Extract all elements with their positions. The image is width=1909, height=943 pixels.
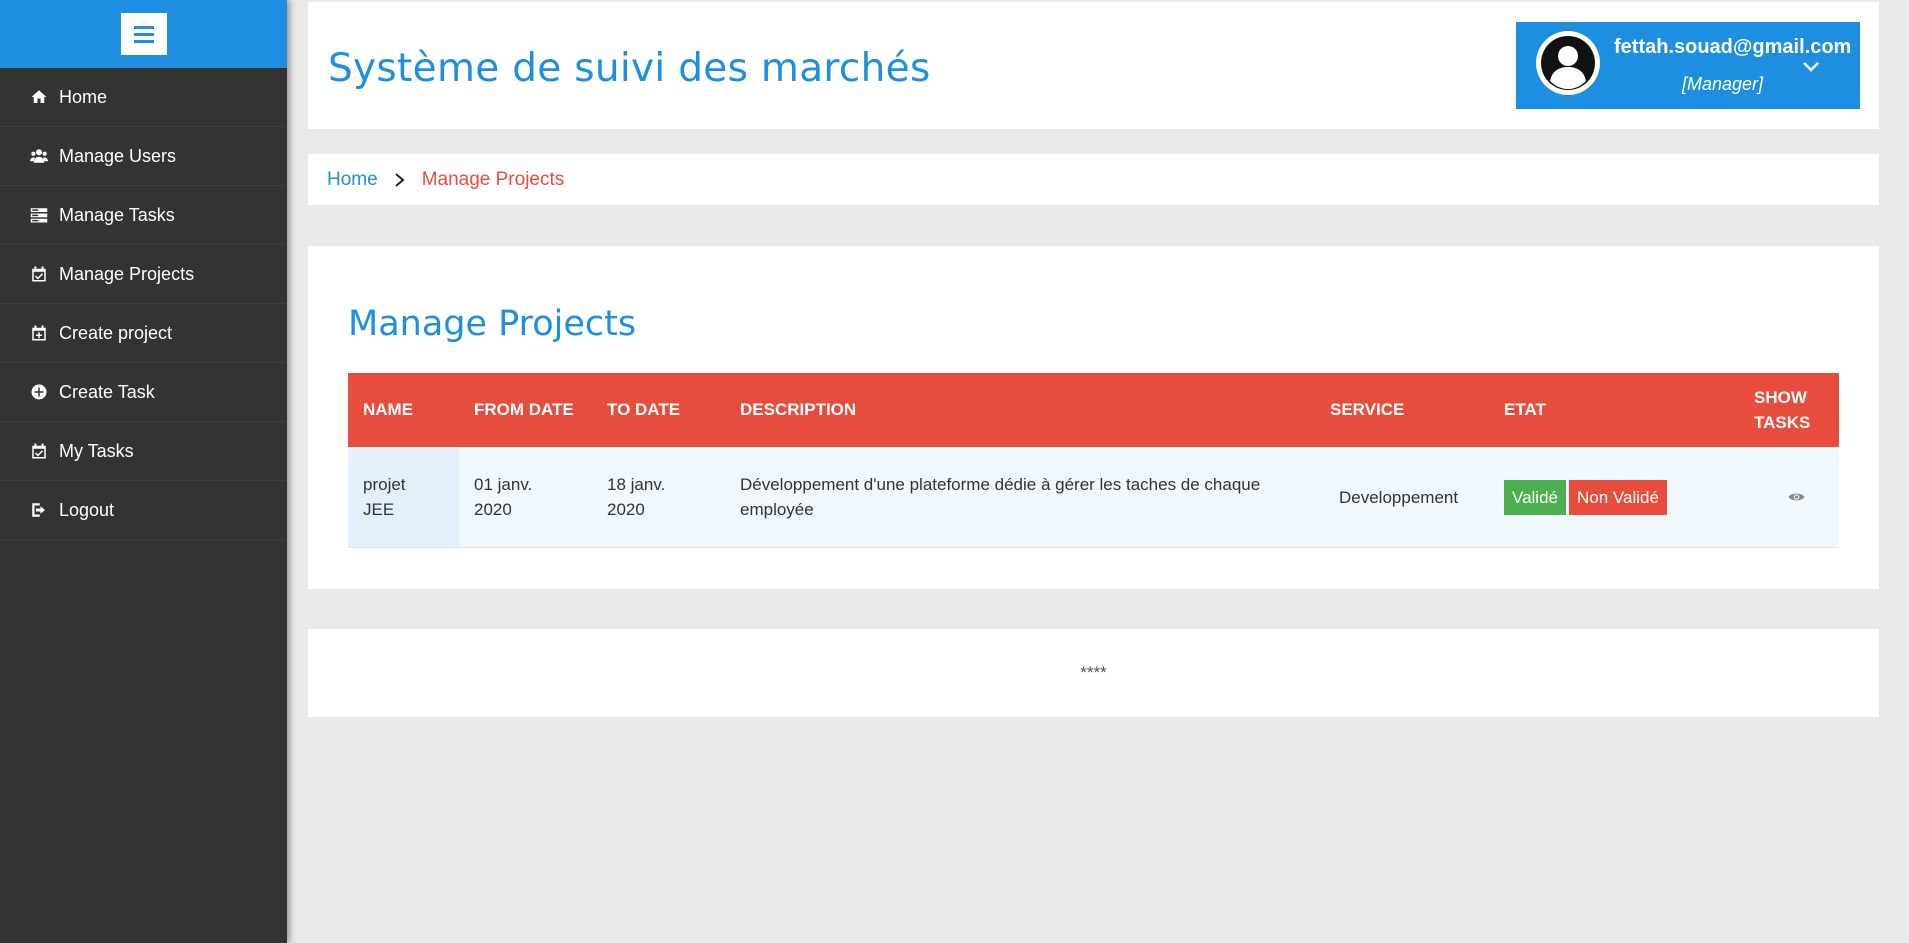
sidebar-item-manage-tasks[interactable]: Manage Tasks	[0, 186, 287, 245]
sidebar-item-label: My Tasks	[59, 440, 134, 461]
to-date: 18 janv. 2020	[607, 475, 666, 519]
column-header-description: DESCRIPTION	[740, 400, 857, 419]
project-description: Développement d'une plateforme dédie à g…	[740, 475, 1261, 519]
table-header: NAME FROM DATE TO DATE DESCRIPTION SERVI…	[348, 373, 1839, 447]
logout-icon	[29, 500, 49, 520]
sidebar-item-label: Home	[59, 86, 108, 107]
projects-table: NAME FROM DATE TO DATE DESCRIPTION SERVI…	[348, 373, 1839, 548]
column-header-show-tasks: SHOW TASKS	[1754, 388, 1811, 432]
sidebar-item-label: Manage Tasks	[59, 204, 175, 225]
user-role: [Manager]	[1682, 74, 1764, 94]
sidebar-item-create-project[interactable]: Create project	[0, 304, 287, 363]
validate-button[interactable]: Validé	[1504, 479, 1566, 515]
sidebar-item-manage-users[interactable]: Manage Users	[0, 127, 287, 186]
sidebar-header	[0, 0, 287, 68]
user-email: fettah.souad@gmail.com	[1614, 36, 1852, 58]
table-row: projet JEE 01 janv. 2020 18 janv. 2020 D…	[348, 447, 1839, 548]
sidebar-item-home[interactable]: Home	[0, 68, 287, 127]
breadcrumb-home-link[interactable]: Home	[327, 169, 378, 191]
column-header-name: NAME	[363, 400, 414, 419]
sidebar-item-label: Manage Users	[59, 145, 177, 166]
sidebar-item-create-task[interactable]: Create Task	[0, 363, 287, 422]
app-title: Système de suivi des marchés	[328, 46, 931, 91]
sidebar-item-label: Logout	[59, 499, 115, 520]
plus-circle-icon	[29, 382, 49, 402]
cell-name: projet JEE	[348, 447, 459, 547]
cell-to-date: 18 janv. 2020	[592, 472, 725, 522]
chevron-right-icon	[394, 172, 408, 187]
sidebar-item-my-tasks[interactable]: My Tasks	[0, 422, 287, 481]
column-header-from-date: FROM DATE	[474, 400, 574, 419]
user-menu[interactable]: fettah.souad@gmail.com [Manager]	[1516, 22, 1860, 109]
hamburger-icon	[133, 25, 154, 43]
project-name: projet JEE	[363, 475, 406, 519]
top-header: Système de suivi des marchés fettah.soua…	[308, 2, 1879, 129]
calendar-check-icon	[29, 441, 49, 461]
breadcrumb: Home Manage Projects	[308, 154, 1879, 205]
cell-from-date: 01 janv. 2020	[459, 472, 592, 522]
section-title: Manage Projects	[348, 304, 637, 344]
cell-service: Developpement	[1339, 487, 1459, 507]
sidebar-item-logout[interactable]: Logout	[0, 481, 287, 540]
column-header-to-date: TO DATE	[607, 400, 681, 419]
from-date: 01 janv. 2020	[474, 475, 533, 519]
home-icon	[29, 87, 49, 107]
sidebar-item-label: Manage Projects	[59, 263, 195, 284]
footer-text: ****	[1080, 663, 1107, 682]
calendar-check-icon	[29, 264, 49, 284]
invalidate-button[interactable]: Non Validé	[1569, 479, 1667, 515]
sidebar-item-label: Create Task	[59, 381, 155, 402]
tasks-icon	[29, 205, 49, 225]
sidebar-item-label: Create project	[59, 322, 173, 343]
sidebar: Home Manage Users Manage Tasks Manage Pr…	[0, 0, 287, 943]
sidebar-item-manage-projects[interactable]: Manage Projects	[0, 245, 287, 304]
footer: ****	[308, 629, 1879, 717]
eye-icon[interactable]	[1754, 491, 1839, 503]
cell-description: Développement d'une plateforme dédie à g…	[725, 472, 1315, 522]
user-avatar-icon	[1541, 36, 1595, 90]
chevron-down-icon[interactable]	[1802, 58, 1820, 76]
calendar-plus-icon	[29, 323, 49, 343]
cell-etat: Validé Non Validé	[1489, 479, 1739, 515]
column-header-service: SERVICE	[1330, 400, 1405, 419]
column-header-etat: ETAT	[1504, 400, 1546, 419]
projects-card: Manage Projects NAME FROM DATE TO DATE D…	[308, 246, 1879, 589]
menu-toggle-button[interactable]	[120, 13, 167, 55]
cell-show-tasks	[1739, 491, 1839, 503]
users-icon	[29, 146, 49, 166]
avatar	[1536, 31, 1600, 95]
breadcrumb-current: Manage Projects	[421, 168, 565, 190]
